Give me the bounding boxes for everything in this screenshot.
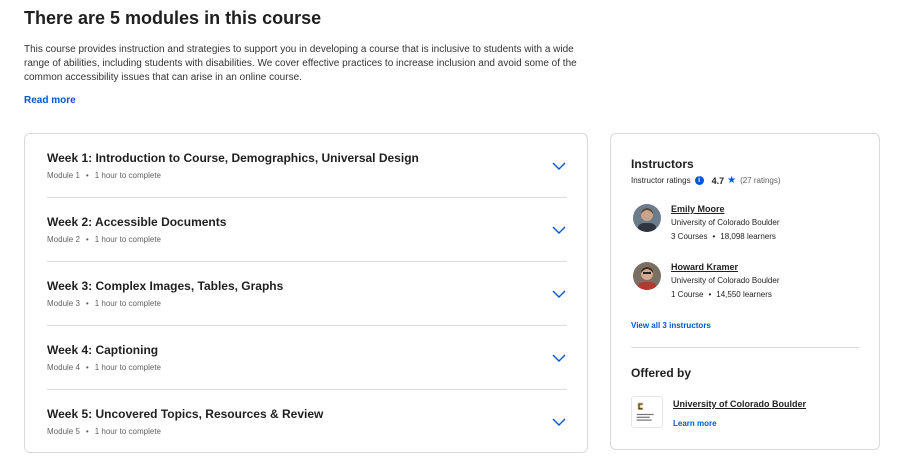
avatar[interactable] <box>633 204 661 232</box>
info-icon[interactable]: i <box>694 176 704 185</box>
ratings-count: (27 ratings) <box>740 176 781 185</box>
module-meta: Module 4 • 1 hour to complete <box>47 363 161 372</box>
chevron-down-icon[interactable] <box>551 350 567 366</box>
module-number: Module 2 <box>47 235 80 244</box>
module-number: Module 3 <box>47 299 80 308</box>
learn-more-link[interactable]: Learn more <box>673 419 717 428</box>
module-duration: 1 hour to complete <box>94 363 161 372</box>
instructors-title: Instructors <box>631 157 694 171</box>
instructor-courses: 1 Course <box>671 290 704 299</box>
section-heading: There are 5 modules in this course <box>24 8 322 28</box>
module-duration: 1 hour to complete <box>94 235 161 244</box>
instructor-name[interactable]: Howard Kramer <box>671 262 738 272</box>
university-logo-icon[interactable] <box>631 396 663 428</box>
module-meta: Module 3 • 1 hour to complete <box>47 299 161 308</box>
module-meta: Module 5 • 1 hour to complete <box>47 427 161 436</box>
instructor-stats: 1 Course • 14,550 learners <box>671 290 772 299</box>
module-title: Week 5: Uncovered Topics, Resources & Re… <box>47 407 324 421</box>
instructor-stats: 3 Courses • 18,098 learners <box>671 232 776 241</box>
instructor-name[interactable]: Emily Moore <box>671 204 725 214</box>
module-item-3[interactable]: Week 3: Complex Images, Tables, Graphs M… <box>47 262 567 326</box>
chevron-down-icon[interactable] <box>551 158 567 174</box>
module-title: Week 2: Accessible Documents <box>47 215 227 229</box>
module-item-4[interactable]: Week 4: Captioning Module 4 • 1 hour to co… <box>47 326 567 390</box>
star-icon: ★ <box>727 175 737 186</box>
module-meta: Module 2 • 1 hour to complete <box>47 235 161 244</box>
rating-value: 4.7 <box>711 175 725 186</box>
read-more-link[interactable]: Read more <box>24 95 76 106</box>
instructor-ratings: Instructor ratings i 4.7 ★ (27 ratings) <box>631 175 781 186</box>
module-duration: 1 hour to complete <box>94 171 161 180</box>
view-all-instructors-link[interactable]: View all 3 instructors <box>631 321 711 330</box>
instructor-item: Howard Kramer University of Colorado Bou… <box>631 262 861 306</box>
module-title: Week 3: Complex Images, Tables, Graphs <box>47 279 284 293</box>
ratings-label: Instructor ratings <box>631 176 691 185</box>
course-description: This course provides instruction and str… <box>24 44 577 83</box>
module-number: Module 1 <box>47 171 80 180</box>
university-name-link[interactable]: University of Colorado Boulder <box>673 399 806 409</box>
module-title: Week 1: Introduction to Course, Demograp… <box>47 151 419 165</box>
chevron-down-icon[interactable] <box>551 286 567 302</box>
instructor-learners: 18,098 learners <box>720 232 776 241</box>
instructor-org: University of Colorado Boulder <box>671 218 780 227</box>
chevron-down-icon[interactable] <box>551 222 567 238</box>
instructor-learners: 14,550 learners <box>716 290 772 299</box>
instructor-org: University of Colorado Boulder <box>671 276 780 285</box>
chevron-down-icon[interactable] <box>551 414 567 430</box>
module-duration: 1 hour to complete <box>94 427 161 436</box>
avatar[interactable] <box>633 262 661 290</box>
module-number: Module 5 <box>47 427 80 436</box>
offered-by-title: Offered by <box>631 366 692 380</box>
module-meta: Module 1 • 1 hour to complete <box>47 171 161 180</box>
module-item-2[interactable]: Week 2: Accessible Documents Module 2 • 1 … <box>47 198 567 262</box>
divider <box>631 347 859 348</box>
instructors-card: Instructors Instructor ratings i 4.7 ★ (… <box>610 133 880 450</box>
module-duration: 1 hour to complete <box>94 299 161 308</box>
module-number: Module 4 <box>47 363 80 372</box>
instructor-courses: 3 Courses <box>671 232 708 241</box>
module-title: Week 4: Captioning <box>47 343 159 357</box>
module-item-5[interactable]: Week 5: Uncovered Topics, Resources & Re… <box>47 390 567 454</box>
modules-accordion: Week 1: Introduction to Course, Demograp… <box>24 133 588 453</box>
instructor-item: Emily Moore University of Colorado Bould… <box>631 204 861 248</box>
module-item-1[interactable]: Week 1: Introduction to Course, Demograp… <box>47 134 567 198</box>
